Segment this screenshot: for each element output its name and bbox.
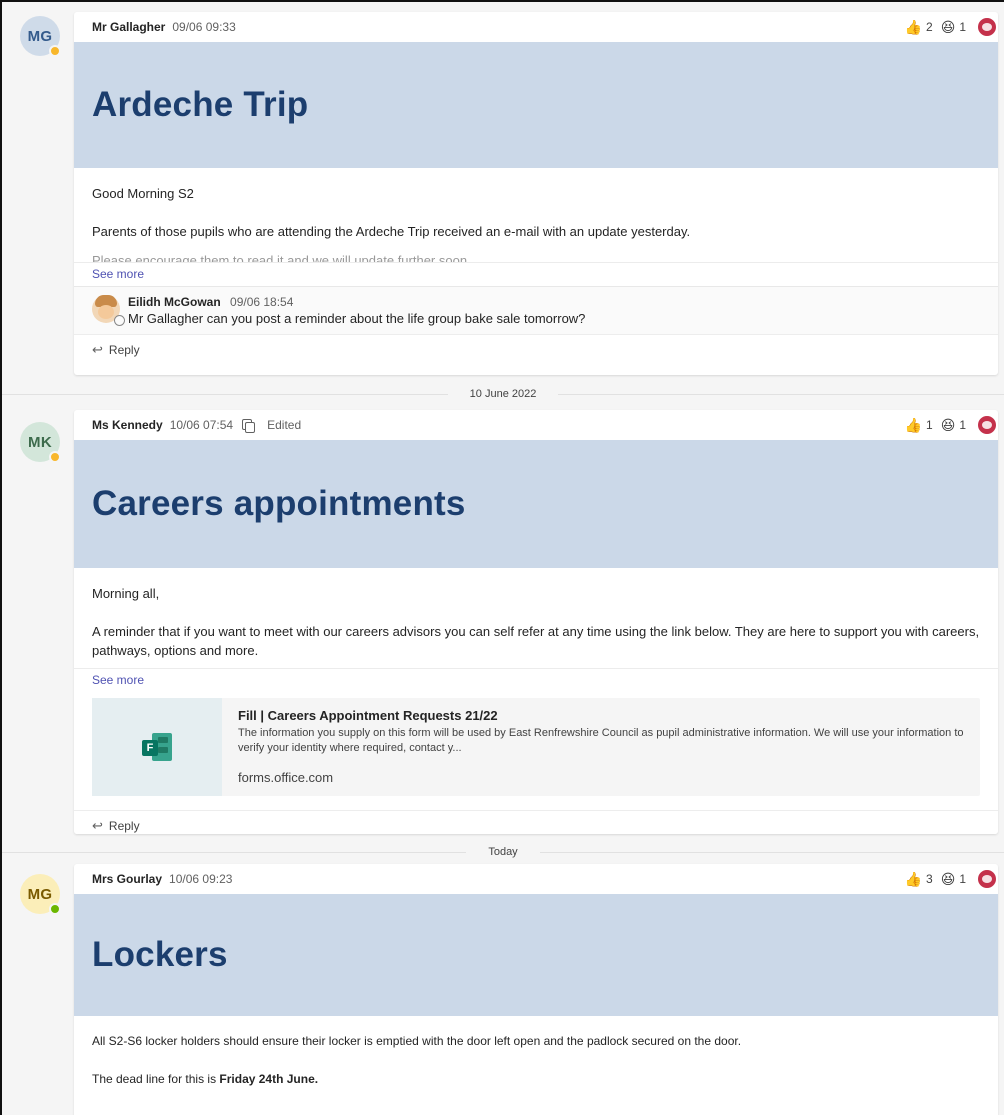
post-title: Ardeche Trip	[92, 85, 309, 124]
post-banner: Careers appointments	[74, 440, 998, 568]
truncated-line: Please encourage them to read it and we …	[92, 253, 471, 262]
status-offline-icon	[114, 315, 125, 326]
post-time: 10/06 07:54	[169, 418, 234, 432]
laugh-emoji-icon[interactable]: 😆	[941, 20, 956, 34]
deadline-paragraph: The dead line for this is Friday 24th Ju…	[92, 1070, 980, 1089]
reactor-avatar-icon[interactable]	[976, 868, 998, 890]
like-count: 3	[926, 872, 933, 886]
reply-author[interactable]: Eilidh McGowan	[128, 295, 221, 309]
deadline-date: Friday 24th June.	[219, 1072, 319, 1086]
status-away-icon	[49, 45, 61, 57]
copy-icon[interactable]	[241, 418, 256, 433]
reply-message: Mr Gallagher can you post a reminder abo…	[128, 311, 586, 326]
post-card: Ms Kennedy 10/06 07:54 Edited 👍 1 😆 1 Ca…	[74, 410, 998, 834]
post-title: Lockers	[92, 935, 228, 974]
link-preview-card[interactable]: F Fill | Careers Appointment Requests 21…	[92, 698, 980, 796]
date-divider-label: Today	[488, 846, 518, 858]
post-card: Mrs Gourlay 10/06 09:23 👍 3 😆 1 Lockers …	[74, 864, 998, 1115]
reactions[interactable]: 👍 2 😆 1	[905, 16, 998, 38]
reactor-avatar-icon[interactable]	[976, 16, 998, 38]
post-paragraph: Good Morning S2	[92, 186, 194, 201]
reactions[interactable]: 👍 1 😆 1	[905, 414, 998, 436]
avatar-initials: MK	[28, 433, 52, 451]
post-card: Mr Gallagher 09/06 09:33 👍 2 😆 1 Ardeche…	[74, 12, 998, 375]
reply-arrow-icon: ↩	[92, 817, 103, 833]
like-count: 1	[926, 418, 933, 432]
post-author[interactable]: Ms Kennedy	[92, 418, 163, 432]
post-header: Mrs Gourlay 10/06 09:23 👍 3 😆 1	[74, 864, 998, 894]
avatar-initials: MG	[27, 27, 53, 45]
reactions[interactable]: 👍 3 😆 1	[905, 868, 998, 890]
post-time: 09/06 09:33	[172, 20, 236, 34]
like-emoji-icon[interactable]: 👍	[905, 418, 922, 432]
reply-thread: Eilidh McGowan 09/06 18:54 Mr Gallagher …	[74, 286, 998, 334]
status-online-icon	[49, 903, 61, 915]
reply-arrow-icon: ↩	[92, 341, 103, 357]
post-header: Mr Gallagher 09/06 09:33 👍 2 😆 1	[74, 12, 998, 42]
reply-label: Reply	[108, 818, 140, 833]
post-title: Careers appointments	[92, 484, 466, 523]
laugh-count: 1	[959, 418, 966, 432]
laugh-emoji-icon[interactable]: 😆	[941, 872, 956, 886]
link-description: The information you supply on this form …	[238, 727, 964, 754]
reply-label: Reply	[108, 342, 140, 357]
reply-avatar[interactable]	[92, 295, 125, 326]
deadline-prefix: The dead line for this is	[92, 1072, 220, 1086]
like-emoji-icon[interactable]: 👍	[905, 20, 922, 34]
reply-time: 09/06 18:54	[230, 295, 294, 309]
post-paragraph: Parents of those pupils who are attendin…	[92, 224, 691, 239]
like-count: 2	[926, 20, 933, 34]
post-time: 10/06 09:23	[169, 872, 233, 886]
microsoft-forms-icon: F	[142, 733, 172, 761]
post-body: Morning all, A reminder that if you want…	[74, 568, 998, 660]
post-header: Ms Kennedy 10/06 07:54 Edited 👍 1 😆 1	[74, 410, 998, 440]
laugh-count: 1	[959, 20, 966, 34]
link-info: Fill | Careers Appointment Requests 21/2…	[222, 698, 980, 796]
post-body: Good Morning S2 Parents of those pupils …	[74, 168, 998, 241]
reply-button[interactable]: ↩ Reply	[74, 334, 998, 364]
date-divider-label: 10 June 2022	[469, 388, 537, 400]
link-domain: forms.office.com	[238, 770, 334, 785]
reply-button[interactable]: ↩ Reply	[74, 810, 998, 834]
avatar[interactable]: MK	[20, 422, 61, 463]
date-divider: 10 June 2022	[2, 385, 1004, 403]
reactor-avatar-icon[interactable]	[976, 414, 998, 436]
reply-meta: Eilidh McGowan 09/06 18:54	[128, 295, 585, 309]
post-author[interactable]: Mrs Gourlay	[92, 872, 162, 886]
date-divider: Today	[2, 843, 1004, 861]
laugh-emoji-icon[interactable]: 😆	[941, 418, 956, 432]
link-title[interactable]: Fill | Careers Appointment Requests 21/2…	[238, 708, 966, 723]
post-banner: Lockers	[74, 894, 998, 1016]
post-paragraph: Morning all,	[92, 586, 160, 601]
avatar[interactable]: MG	[20, 874, 61, 915]
see-more-link[interactable]: See more	[74, 262, 998, 286]
post-author[interactable]: Mr Gallagher	[92, 20, 165, 34]
post-banner: Ardeche Trip	[74, 42, 998, 168]
laugh-count: 1	[959, 872, 966, 886]
reply-item: Eilidh McGowan 09/06 18:54 Mr Gallagher …	[92, 295, 980, 326]
post-paragraph: A reminder that if you want to meet with…	[92, 624, 980, 658]
post-body: All S2-S6 locker holders should ensure t…	[74, 1016, 998, 1089]
avatar[interactable]: MG	[20, 16, 61, 57]
like-emoji-icon[interactable]: 👍	[905, 872, 922, 886]
post-paragraph: All S2-S6 locker holders should ensure t…	[92, 1034, 742, 1048]
avatar-initials: MG	[27, 885, 53, 903]
see-more-link[interactable]: See more	[74, 668, 998, 692]
edited-label: Edited	[267, 418, 302, 432]
status-away-icon	[49, 451, 61, 463]
link-thumbnail[interactable]: F	[92, 698, 222, 796]
